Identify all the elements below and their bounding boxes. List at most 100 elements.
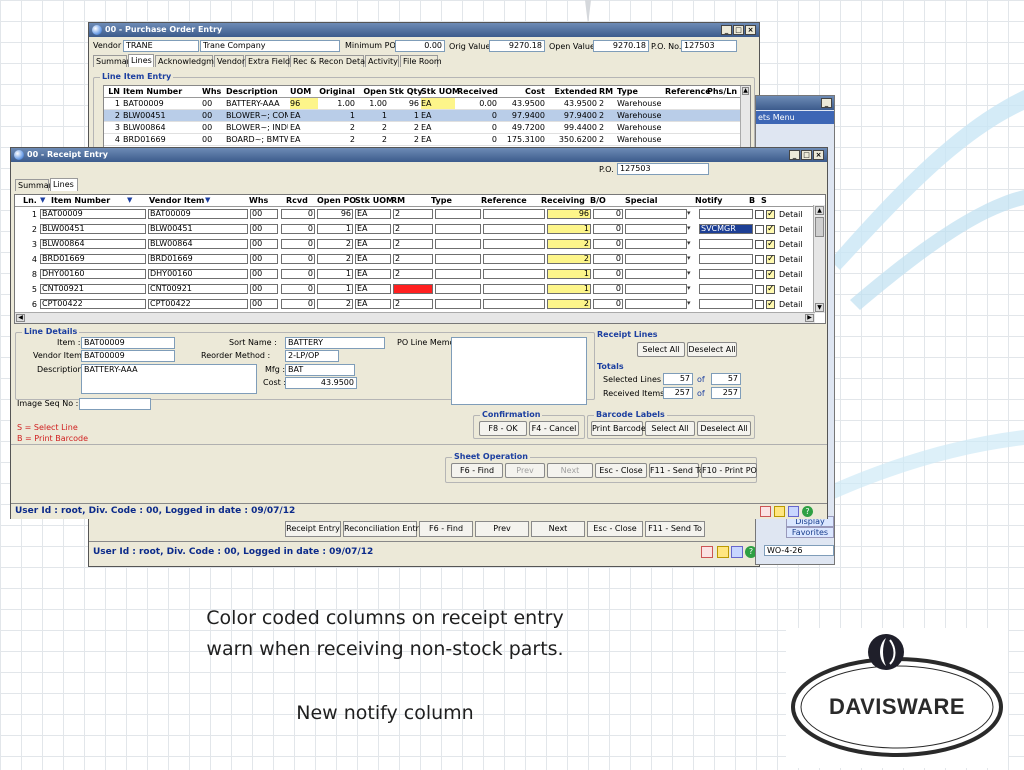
detail-link[interactable]: Detail xyxy=(779,269,809,280)
vendor-item-cell[interactable]: BAT00009 xyxy=(148,209,248,219)
detail-link[interactable]: Detail xyxy=(779,254,809,265)
reference-cell[interactable] xyxy=(483,269,545,279)
type-cell[interactable] xyxy=(435,209,481,219)
item-number-cell[interactable]: DHY00160 xyxy=(40,269,146,279)
special-cell[interactable] xyxy=(625,284,687,294)
type-cell[interactable] xyxy=(435,254,481,264)
open-po-cell[interactable]: 1 xyxy=(317,269,353,279)
receipt-table-row[interactable]: 1BAT00009BAT0000900096EA2960▾Detail xyxy=(15,208,815,222)
item-number-cell[interactable]: BLW00864 xyxy=(40,239,146,249)
receipt-tab-summary[interactable]: Summary xyxy=(15,179,57,191)
rcvd-cell[interactable]: 0 xyxy=(281,209,315,219)
special-cell[interactable] xyxy=(625,239,687,249)
filter-arrow-icon[interactable]: ▼ xyxy=(205,196,210,204)
side-menu-header[interactable]: ets Menu xyxy=(756,111,834,124)
vendor-item-cell[interactable]: CNT00921 xyxy=(148,284,248,294)
detail-link[interactable]: Detail xyxy=(779,299,809,310)
open-po-cell[interactable]: 2 xyxy=(317,239,353,249)
detail-link[interactable]: Detail xyxy=(779,284,809,295)
notify-cell[interactable] xyxy=(699,269,753,279)
item-number-cell[interactable]: CNT00921 xyxy=(40,284,146,294)
receipt-select-all-button[interactable]: Select All xyxy=(637,342,685,357)
image-seq-field[interactable] xyxy=(79,398,151,410)
barcode-checkbox[interactable] xyxy=(755,300,764,309)
receipt-column-header[interactable]: Vendor Item xyxy=(149,196,204,206)
receipt-table-row[interactable]: 2BLW00451BLW004510001EA210▾SVCMGRDetail xyxy=(15,223,815,237)
notify-cell[interactable] xyxy=(699,284,753,294)
whs-cell[interactable]: 00 xyxy=(250,239,278,249)
stk-uom-cell[interactable]: EA xyxy=(355,299,391,309)
po-reconciliation-entry-button[interactable]: Reconciliation Entry xyxy=(343,521,424,537)
po-grid-scrollbar[interactable]: ▲ xyxy=(740,86,750,148)
barcode-select-all-button[interactable]: Select All xyxy=(645,421,695,436)
rcvd-cell[interactable]: 0 xyxy=(281,269,315,279)
select-checkbox[interactable] xyxy=(766,284,775,294)
help-icon[interactable]: ? xyxy=(802,506,813,517)
scroll-left-icon[interactable]: ◀ xyxy=(16,314,25,322)
whs-cell[interactable]: 00 xyxy=(250,299,278,309)
rm-warning-cell[interactable]: 4 xyxy=(393,284,433,294)
special-cell[interactable] xyxy=(625,299,687,309)
item-number-cell[interactable]: BAT00009 xyxy=(40,209,146,219)
detail-link[interactable]: Detail xyxy=(779,239,809,250)
stk-uom-cell[interactable]: EA xyxy=(355,284,391,294)
receipt-close-button[interactable]: × xyxy=(813,150,824,160)
description-field[interactable]: BATTERY-AAA xyxy=(81,364,257,394)
receipt-grid-hscroll[interactable]: ◀ ▶ xyxy=(15,312,815,323)
po-table-row[interactable]: 4 BRD01669 00 BOARD~; BMTW EA 2 2 2 EA 0 175.3100 3… xyxy=(104,134,740,146)
receipt-table-row[interactable]: 3BLW00864BLW008640002EA220▾Detail xyxy=(15,238,815,252)
receipt-column-header[interactable]: Item Number xyxy=(51,196,110,206)
special-cell[interactable] xyxy=(625,269,687,279)
item-field[interactable]: BAT00009 xyxy=(81,337,175,349)
open-po-cell[interactable]: 2 xyxy=(317,254,353,264)
select-checkbox[interactable] xyxy=(766,299,775,309)
open-po-cell[interactable]: 96 xyxy=(317,209,353,219)
receipt-table-row[interactable]: 4BRD01669BRD016690002EA220▾Detail xyxy=(15,253,815,267)
tab-vendor[interactable]: Vendor xyxy=(214,55,245,67)
select-checkbox[interactable] xyxy=(766,239,775,249)
dropdown-arrow-icon[interactable]: ▾ xyxy=(687,299,691,307)
ok-button[interactable]: F8 - OK xyxy=(479,421,527,436)
minimize-button[interactable]: _ xyxy=(721,25,732,35)
po-f6-find-button[interactable]: F6 - Find xyxy=(419,521,473,537)
sort-name-field[interactable]: BATTERY xyxy=(285,337,385,349)
rcvd-cell[interactable]: 0 xyxy=(281,254,315,264)
whs-cell[interactable]: 00 xyxy=(250,254,278,264)
barcode-deselect-all-button[interactable]: Deselect All xyxy=(697,421,751,436)
receipt-tab-lines[interactable]: Lines xyxy=(50,178,78,191)
wo-field[interactable]: WO-4-26 xyxy=(764,545,834,556)
backorder-cell[interactable]: 0 xyxy=(593,224,623,234)
sort-arrow-icon[interactable]: ▼ xyxy=(40,196,45,204)
receiving-cell[interactable]: 2 xyxy=(547,239,591,249)
rcvd-cell[interactable]: 0 xyxy=(281,299,315,309)
item-number-cell[interactable]: BRD01669 xyxy=(40,254,146,264)
select-checkbox[interactable] xyxy=(766,224,775,234)
backorder-cell[interactable]: 0 xyxy=(593,284,623,294)
dropdown-arrow-icon[interactable]: ▾ xyxy=(687,239,691,247)
vendor-name-field[interactable]: Trane Company xyxy=(200,40,340,52)
tab-lines[interactable]: Lines xyxy=(128,54,154,67)
whs-cell[interactable]: 00 xyxy=(250,269,278,279)
receiving-cell[interactable]: 2 xyxy=(547,299,591,309)
close-button[interactable]: × xyxy=(745,25,756,35)
whs-cell[interactable]: 00 xyxy=(250,209,278,219)
barcode-checkbox[interactable] xyxy=(755,255,764,264)
special-cell[interactable] xyxy=(625,224,687,234)
reference-cell[interactable] xyxy=(483,209,545,219)
reference-cell[interactable] xyxy=(483,224,545,234)
tools-icon[interactable] xyxy=(788,506,799,517)
special-cell[interactable] xyxy=(625,209,687,219)
vendor-item-cell[interactable]: DHY00160 xyxy=(148,269,248,279)
po-esc-close-button[interactable]: Esc - Close xyxy=(587,521,643,537)
notify-cell[interactable] xyxy=(699,299,753,309)
print-icon[interactable] xyxy=(760,506,771,517)
po-prev-button[interactable]: Prev xyxy=(475,521,529,537)
filter-arrow-icon[interactable]: ▼ xyxy=(127,196,132,204)
backorder-cell[interactable]: 0 xyxy=(593,209,623,219)
edit-icon[interactable] xyxy=(717,546,729,558)
notify-cell[interactable]: SVCMGR xyxy=(699,224,753,234)
stk-uom-cell[interactable]: EA xyxy=(355,239,391,249)
select-checkbox[interactable] xyxy=(766,254,775,264)
type-cell[interactable] xyxy=(435,239,481,249)
tab-summary[interactable]: Summary xyxy=(93,55,135,67)
